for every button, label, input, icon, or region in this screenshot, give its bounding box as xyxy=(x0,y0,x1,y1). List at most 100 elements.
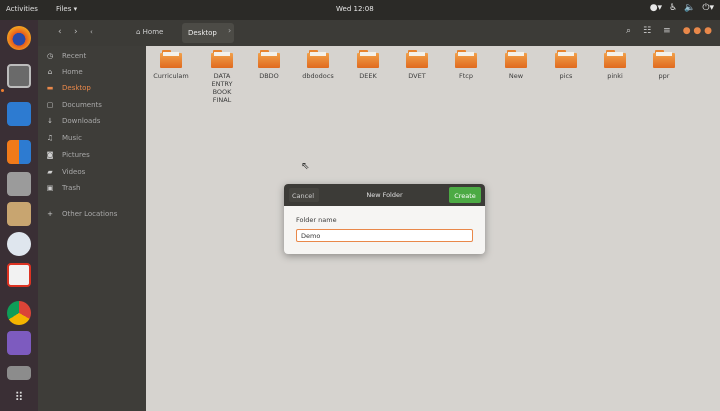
folder-name: pics xyxy=(559,72,573,80)
archive-icon[interactable] xyxy=(7,202,31,226)
view-toggle-icon[interactable]: ☷ xyxy=(643,26,651,36)
breadcrumb-forward-icon[interactable]: › xyxy=(228,26,231,35)
network-icon[interactable]: ●▾ xyxy=(650,3,662,13)
folder-item[interactable]: DATA ENTRY BOOK FINAL xyxy=(201,50,243,104)
downloads-icon: ↓ xyxy=(47,117,53,125)
sidebar-item-label: Desktop xyxy=(62,84,91,92)
folder-name: DBDO xyxy=(259,72,279,80)
create-button[interactable]: Create xyxy=(449,187,481,203)
sidebar-item-trash[interactable]: ▣ Trash xyxy=(38,180,146,196)
folder-name: DVET xyxy=(408,72,426,80)
folder-icon xyxy=(307,50,329,68)
active-indicator xyxy=(1,89,4,92)
folder-item[interactable]: ppr xyxy=(642,50,686,80)
sidebar-item-videos[interactable]: ▰ Videos xyxy=(38,164,146,180)
folder-name: Curriculam xyxy=(153,72,189,80)
chrome-icon[interactable] xyxy=(7,301,31,325)
sidebar-item-documents[interactable]: ▢ Documents xyxy=(38,97,146,113)
folder-item[interactable]: DEEK xyxy=(346,50,390,80)
activities-button[interactable]: Activities xyxy=(6,5,38,13)
folder-icon xyxy=(653,50,675,68)
folder-item[interactable]: DVET xyxy=(395,50,439,80)
dock: ⠿ xyxy=(0,20,38,411)
folder-name-input[interactable] xyxy=(296,229,473,242)
folder-name: DEEK xyxy=(359,72,377,80)
sidebar-item-downloads[interactable]: ↓ Downloads xyxy=(38,113,146,129)
search-icon[interactable]: ⌕ xyxy=(626,26,631,36)
folder-name: Ftcp xyxy=(459,72,473,80)
system-tray[interactable]: ●▾ ♿ 🔈 ⏻▾ xyxy=(650,3,714,13)
drive-icon[interactable] xyxy=(7,366,31,380)
breadcrumb-desktop[interactable]: Desktop xyxy=(182,23,234,43)
folder-name-label: Folder name xyxy=(296,216,337,224)
accessibility-icon[interactable]: ♿ xyxy=(669,3,677,13)
folder-icon xyxy=(258,50,280,68)
header-bar: ‹ › ‹ ⌂ Home Desktop › ⌕ ☷ ≡ ● ● ● xyxy=(38,20,720,46)
music-icon: ♫ xyxy=(46,134,54,142)
files-icon[interactable] xyxy=(7,64,31,88)
folder-item[interactable]: New xyxy=(494,50,538,80)
firefox-icon[interactable] xyxy=(7,26,31,50)
sidebar-item-other-locations[interactable]: + Other Locations xyxy=(38,206,146,222)
folder-name: New xyxy=(508,72,524,80)
forward-button[interactable]: › xyxy=(74,27,78,37)
geogebra-icon[interactable] xyxy=(7,232,31,256)
home-icon: ⌂ xyxy=(47,68,53,76)
sidebar-item-label: Home xyxy=(62,68,83,76)
trash-icon: ▣ xyxy=(46,184,54,192)
folder-item[interactable]: pics xyxy=(544,50,588,80)
office-icon[interactable] xyxy=(7,140,31,164)
power-icon[interactable]: ⏻▾ xyxy=(702,3,714,13)
camera-icon[interactable] xyxy=(7,172,31,196)
folder-item[interactable]: Ftcp xyxy=(444,50,488,80)
window-controls[interactable]: ● ● ● xyxy=(683,26,712,36)
folder-item[interactable]: Curriculam xyxy=(149,50,193,80)
sidebar-item-music[interactable]: ♫ Music xyxy=(38,130,146,146)
sidebar-item-desktop[interactable]: ▬ Desktop xyxy=(38,80,146,96)
folder-icon xyxy=(211,50,233,68)
volume-icon[interactable]: 🔈 xyxy=(684,3,695,13)
sidebar-item-recent[interactable]: ◷ Recent xyxy=(38,48,146,64)
breadcrumb-home[interactable]: ⌂ Home xyxy=(136,28,163,36)
folder-icon xyxy=(357,50,379,68)
folder-icon xyxy=(555,50,577,68)
header-actions: ⌕ ☷ ≡ ● ● ● xyxy=(626,26,712,36)
document-viewer-icon[interactable] xyxy=(7,331,31,355)
app-red-icon[interactable] xyxy=(7,263,31,287)
new-folder-dialog: Cancel New Folder Create Folder name xyxy=(284,184,485,254)
folder-icon xyxy=(455,50,477,68)
back-button[interactable]: ‹ xyxy=(58,27,62,37)
app-menu[interactable]: Files ▾ xyxy=(56,5,77,13)
sidebar-item-label: Trash xyxy=(62,184,81,192)
folder-item[interactable]: DBDO xyxy=(247,50,291,80)
folder-name: ppr xyxy=(658,72,670,80)
documents-icon: ▢ xyxy=(46,101,54,109)
folder-icon xyxy=(406,50,428,68)
folder-icon xyxy=(505,50,527,68)
sidebar: ◷ Recent ⌂ Home ▬ Desktop ▢ Documents ↓ … xyxy=(38,46,146,411)
folder-name: dbdodocs xyxy=(302,72,334,80)
sidebar-item-pictures[interactable]: ◙ Pictures xyxy=(38,147,146,163)
desktop-folder-icon: ▬ xyxy=(46,84,54,92)
sidebar-item-home[interactable]: ⌂ Home xyxy=(38,64,146,80)
mouse-pointer-icon: ⇖ xyxy=(301,161,310,172)
show-apps-icon[interactable]: ⠿ xyxy=(7,385,31,409)
clock-icon: ◷ xyxy=(46,52,54,60)
sidebar-item-label: Recent xyxy=(62,52,87,60)
menu-icon[interactable]: ≡ xyxy=(663,26,671,36)
folder-name: DATA ENTRY BOOK FINAL xyxy=(211,72,233,104)
top-bar: Activities Files ▾ Wed 12:08 ●▾ ♿ 🔈 ⏻▾ xyxy=(0,0,720,20)
sidebar-item-label: Downloads xyxy=(62,117,101,125)
folder-item[interactable]: pinki xyxy=(593,50,637,80)
clock[interactable]: Wed 12:08 xyxy=(336,5,374,13)
sidebar-item-label: Documents xyxy=(62,101,102,109)
folder-item[interactable]: dbdodocs xyxy=(296,50,340,80)
location-toggle-icon[interactable]: ‹ xyxy=(90,28,93,36)
writer-icon[interactable] xyxy=(7,102,31,126)
plus-icon: + xyxy=(47,210,53,218)
sidebar-item-label: Videos xyxy=(62,168,86,176)
breadcrumb-home-label: Home xyxy=(142,28,164,36)
sidebar-item-label: Music xyxy=(62,134,82,142)
folder-icon xyxy=(604,50,626,68)
folder-name: pinki xyxy=(607,72,623,80)
